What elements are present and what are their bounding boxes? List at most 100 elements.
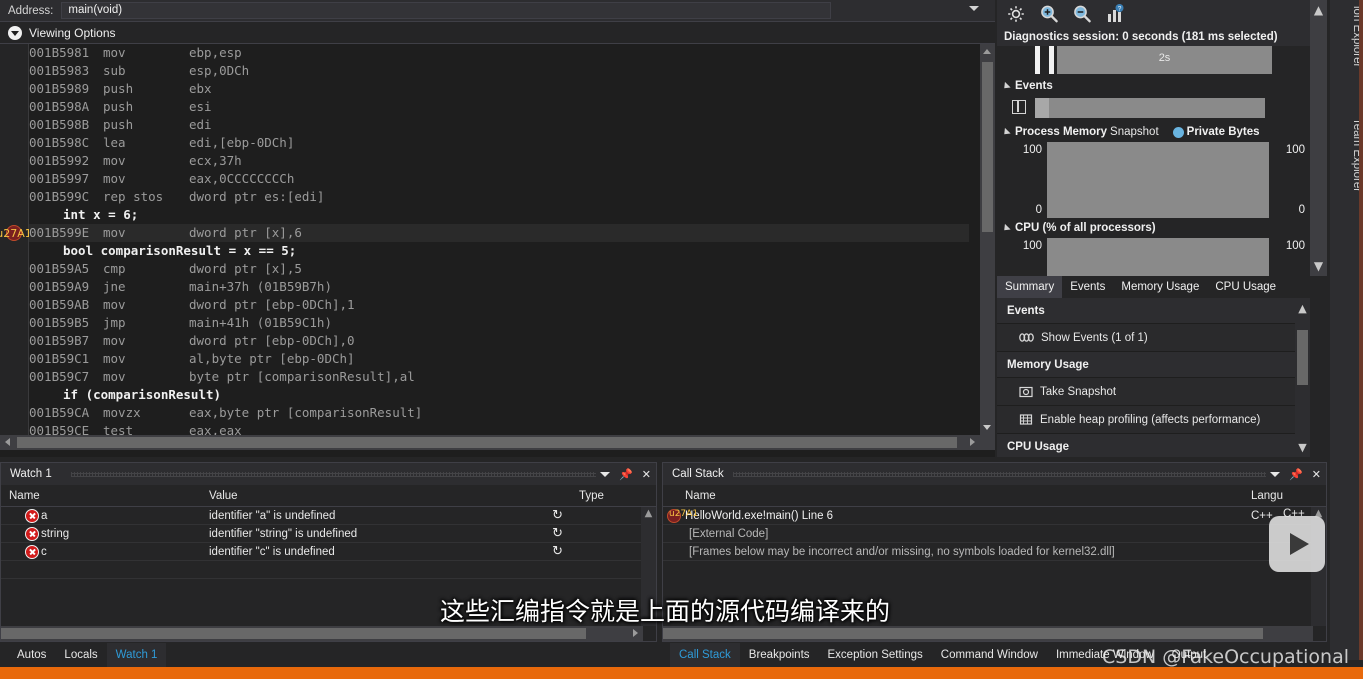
disassembly-line[interactable]: 001B59ABmovdword ptr [ebp-0DCh],1 [29, 296, 969, 314]
disassembly-line[interactable]: 001B5981movebp,esp [29, 44, 969, 62]
close-icon[interactable]: ✕ [1312, 468, 1321, 481]
event-marker[interactable] [1035, 98, 1049, 118]
timeline-marker[interactable] [1035, 46, 1040, 74]
chevron-down-circle-icon[interactable] [8, 26, 22, 40]
tab-events[interactable]: Events [1062, 276, 1113, 298]
column-header-language[interactable]: Langu [1243, 485, 1303, 506]
play-button-icon[interactable] [1269, 516, 1325, 572]
pin-icon[interactable]: 📌 [619, 468, 633, 481]
disassembly-line[interactable]: 001B5997moveax,0CCCCCCCCh [29, 170, 969, 188]
scroll-up-arrow-icon[interactable] [980, 44, 995, 59]
watch-horizontal-scrollbar[interactable] [1, 626, 643, 641]
scroll-down-arrow-icon[interactable]: ▼ [1310, 256, 1327, 276]
drag-handle[interactable] [733, 472, 1266, 477]
disassembly-horizontal-scrollbar[interactable] [0, 435, 980, 450]
chevron-down-icon[interactable] [600, 472, 610, 477]
disassembly-line[interactable]: 001B598Apushesi [29, 98, 969, 116]
tab-autos[interactable]: Autos [8, 643, 55, 667]
show-events-action[interactable]: Show Events (1 of 1) [997, 324, 1310, 352]
disassembly-vertical-scrollbar[interactable] [980, 44, 995, 435]
timeline-marker[interactable] [1049, 46, 1054, 74]
call-stack-frame-cell[interactable]: HelloWorld.exe!main() Line 6 [663, 507, 1243, 524]
collapse-triangle-icon[interactable] [1001, 223, 1010, 232]
tab-command-window[interactable]: Command Window [932, 643, 1047, 667]
refresh-icon[interactable]: ↻ [552, 544, 563, 559]
column-header-type[interactable]: Type [571, 485, 641, 506]
tab-cpu-usage[interactable]: CPU Usage [1207, 276, 1284, 298]
scrollbar-thumb[interactable] [1, 628, 586, 639]
disassembly-code-area[interactable]: 001B5981movebp,esp001B5983subesp,0DCh001… [0, 44, 995, 435]
watch-new-expression-row[interactable] [1, 561, 656, 579]
watch-name-cell[interactable] [1, 561, 201, 578]
disassembly-line[interactable]: 001B59B5jmpmain+41h (01B59C1h) [29, 314, 969, 332]
watch-vertical-scrollbar[interactable]: ▲ [641, 507, 656, 626]
chevron-down-icon[interactable] [969, 6, 979, 11]
heap-profiling-action[interactable]: Enable heap profiling (affects performan… [997, 406, 1310, 434]
chart-help-icon[interactable]: ? [1104, 3, 1126, 25]
table-row[interactable]: [Frames below may be incorrect and/or mi… [663, 543, 1326, 561]
column-header-name[interactable]: Name [1, 485, 201, 506]
tab-summary[interactable]: Summary [997, 276, 1062, 298]
viewing-options-toggle[interactable]: Viewing Options [0, 22, 995, 44]
chevron-down-icon[interactable] [1270, 472, 1280, 477]
disassembly-line[interactable]: 001B59B7movdword ptr [ebp-0DCh],0 [29, 332, 969, 350]
disassembly-line[interactable]: 001B5989pushebx [29, 80, 969, 98]
tab-breakpoints[interactable]: Breakpoints [740, 643, 819, 667]
scrollbar-thumb[interactable] [982, 62, 993, 232]
code-gutter[interactable] [0, 44, 29, 435]
scrollbar-thumb[interactable] [1297, 330, 1308, 385]
cpu-plot-area[interactable] [1047, 238, 1269, 276]
disassembly-line[interactable]: 001B5992movecx,37h [29, 152, 969, 170]
source-line[interactable]: int x = 6; [29, 206, 969, 224]
disassembly-line[interactable]: 001B599Emovdword ptr [x],6 [29, 224, 969, 242]
watch-name-cell[interactable]: string [1, 525, 201, 542]
refresh-icon[interactable]: ↻ [552, 508, 563, 523]
events-section-header[interactable]: Events [997, 76, 1310, 96]
gear-icon[interactable] [1005, 3, 1027, 25]
scroll-down-arrow-icon[interactable]: ▼ [1295, 439, 1310, 457]
diagnostics-timeline[interactable]: 2s [997, 46, 1310, 74]
diagnostics-vertical-scrollbar[interactable]: ▲ ▼ [1310, 0, 1327, 276]
events-track[interactable] [1035, 98, 1265, 118]
refresh-icon[interactable]: ↻ [552, 526, 563, 541]
scroll-right-arrow-icon[interactable] [965, 435, 980, 450]
call-stack-frame-cell[interactable]: [Frames below may be incorrect and/or mi… [663, 543, 1243, 560]
timeline-selection[interactable]: 2s [1057, 46, 1272, 74]
tab-watch-1[interactable]: Watch 1 [107, 643, 167, 667]
cpu-usage-graph[interactable]: 100 100 [997, 238, 1310, 276]
source-line[interactable]: if (comparisonResult) [29, 386, 969, 404]
column-header-value[interactable]: Value [201, 485, 571, 506]
scroll-up-arrow-icon[interactable]: ▲ [641, 507, 656, 521]
source-line[interactable]: bool comparisonResult = x == 5; [29, 242, 969, 260]
tab-immediate-window[interactable]: Immediate Window [1047, 643, 1163, 667]
scroll-up-arrow-icon[interactable]: ▲ [1295, 300, 1310, 318]
table-row[interactable]: HelloWorld.exe!main() Line 6C++ [663, 507, 1326, 525]
call-stack-frame-cell[interactable]: [External Code] [663, 525, 1243, 542]
watch-name-cell[interactable]: c [1, 543, 201, 560]
tab-call-stack[interactable]: Call Stack [670, 643, 740, 667]
disassembly-line[interactable]: 001B598Bpushedi [29, 116, 969, 134]
current-statement-arrow-icon[interactable] [6, 225, 22, 241]
scrollbar-thumb[interactable] [663, 628, 1263, 639]
memory-section-header[interactable]: Process Memory Snapshot Private Bytes [997, 122, 1310, 142]
disassembly-line[interactable]: 001B599Crep stosdword ptr es:[edi] [29, 188, 969, 206]
table-row[interactable]: stringidentifier "string" is undefined↻ [1, 525, 656, 543]
drag-handle[interactable] [71, 472, 596, 477]
memory-plot-area[interactable] [1047, 142, 1269, 218]
memory-usage-graph[interactable]: 100 100 0 0 [997, 142, 1310, 218]
tab-memory-usage[interactable]: Memory Usage [1113, 276, 1207, 298]
close-icon[interactable]: ✕ [642, 468, 651, 481]
take-snapshot-action[interactable]: Take Snapshot [997, 378, 1310, 406]
scroll-left-arrow-icon[interactable] [0, 435, 15, 450]
collapse-triangle-icon[interactable] [1001, 127, 1010, 136]
zoom-in-icon[interactable] [1038, 3, 1060, 25]
column-header-name[interactable]: Name [663, 485, 1243, 506]
disassembly-line[interactable]: 001B59A5cmpdword ptr [x],5 [29, 260, 969, 278]
watch-name-cell[interactable]: a [1, 507, 201, 524]
tab-output[interactable]: Output [1163, 643, 1216, 667]
disassembly-line[interactable]: 001B598Cleaedi,[ebp-0DCh] [29, 134, 969, 152]
tab-exception-settings[interactable]: Exception Settings [819, 643, 932, 667]
tab-locals[interactable]: Locals [55, 643, 106, 667]
disassembly-line[interactable]: 001B59C7movbyte ptr [comparisonResult],a… [29, 368, 969, 386]
scroll-down-arrow-icon[interactable] [980, 420, 995, 435]
